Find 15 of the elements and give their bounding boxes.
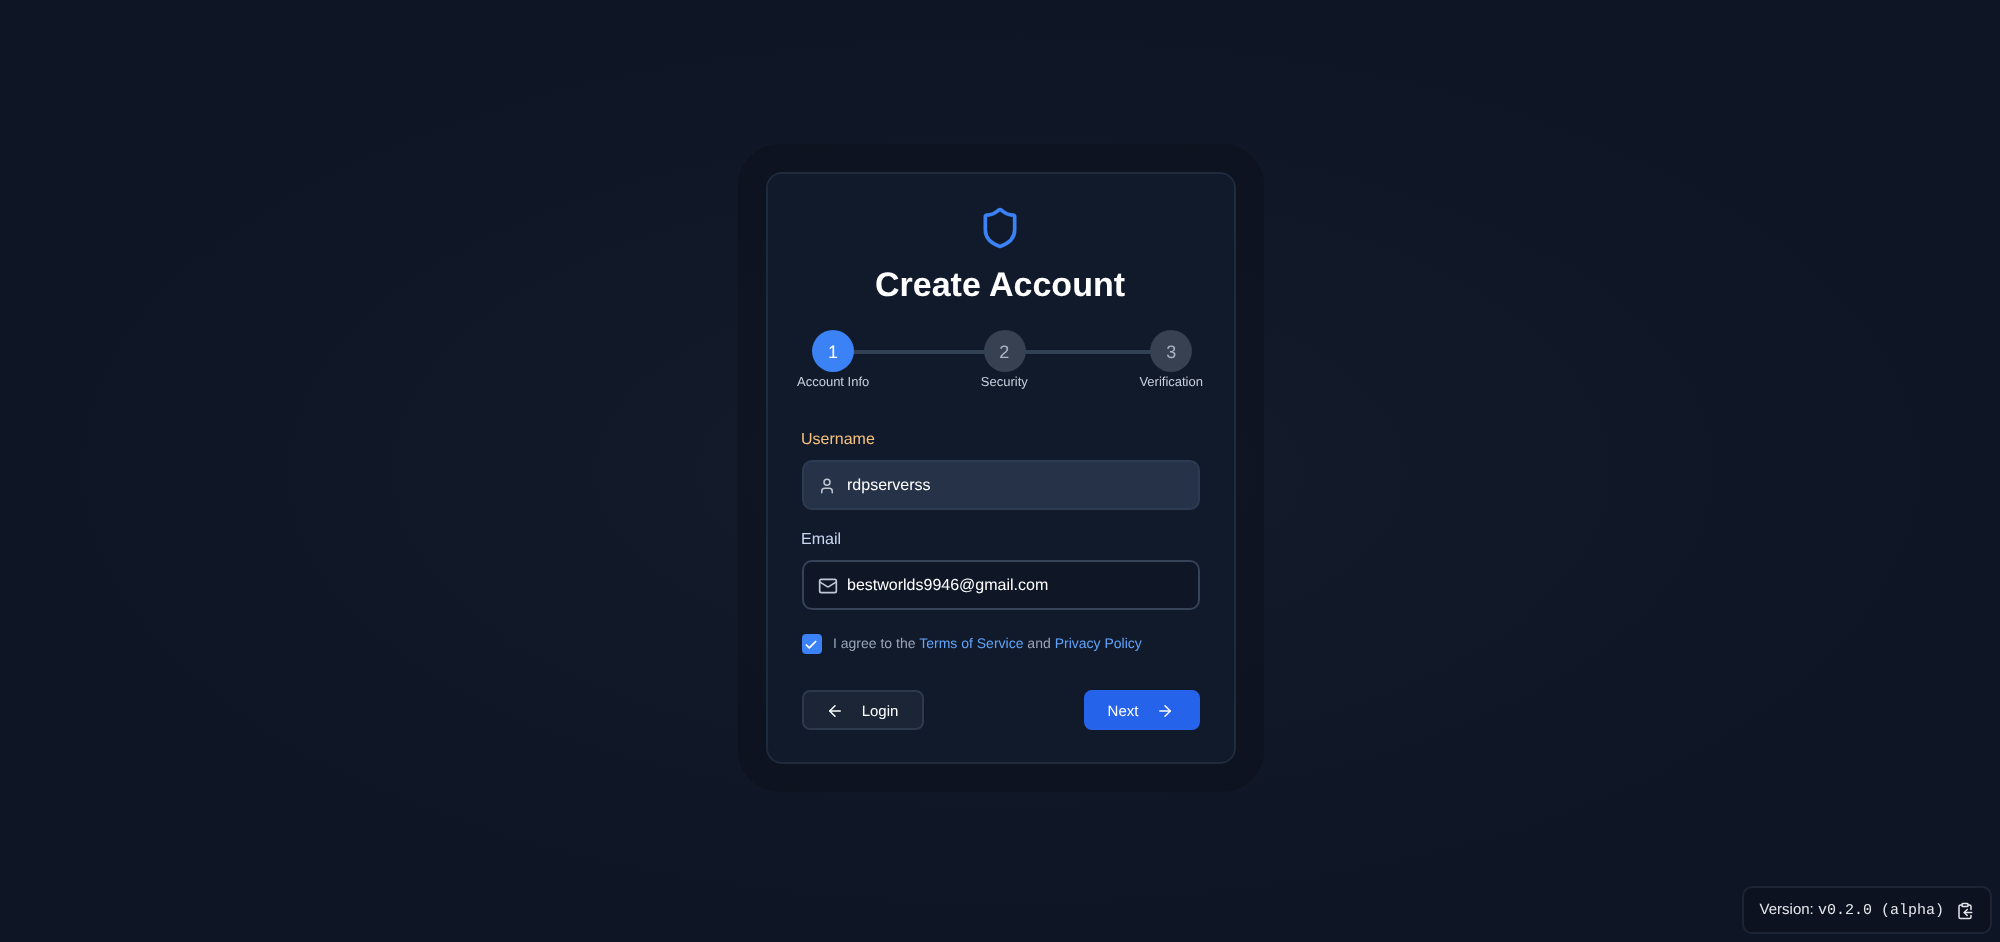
step-circle: 3 [1150,330,1193,372]
username-field[interactable]: rdpserverss [801,460,1199,510]
mail-icon [817,575,837,595]
step-circle: 2 [983,330,1026,372]
step-circle: 1 [812,330,855,372]
card-title: Create Account [872,266,1127,306]
agree-checkbox[interactable] [801,634,821,654]
shield-icon [978,206,1022,250]
right-arrow-icon [1156,701,1175,719]
field-label: Username [801,430,877,448]
copy-icon[interactable] [1956,901,1974,919]
user-icon [817,476,835,494]
left-arrow-icon [825,701,844,719]
field-label: Email [801,530,844,548]
email-field[interactable]: bestworlds9946@gmail.com [801,560,1199,610]
